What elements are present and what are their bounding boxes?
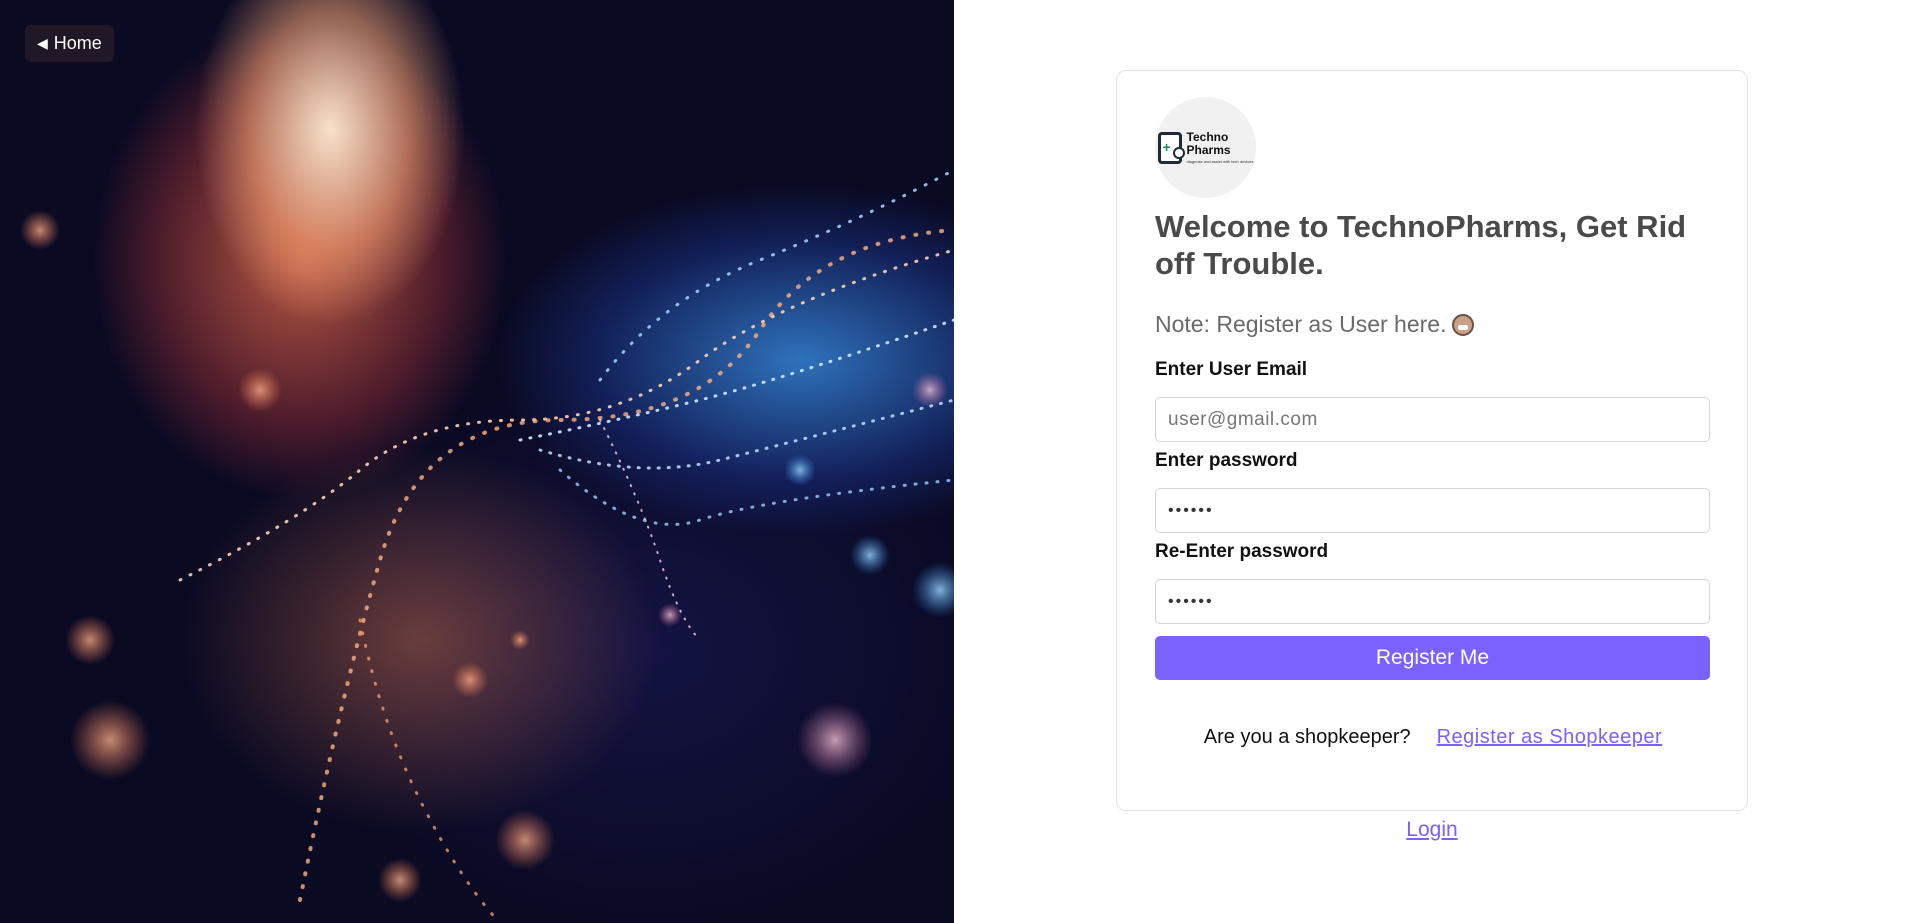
register-page: ◀ Home + Techno Pharms diagnose and assi…	[0, 0, 1910, 923]
logo-tagline: diagnose and assist with tech devices	[1186, 159, 1254, 164]
phone-plus-icon: +	[1157, 131, 1185, 164]
grimacing-face-icon	[1452, 313, 1475, 336]
email-label: Enter User Email	[1155, 359, 1308, 380]
page-title: Welcome to TechnoPharms, Get Rid off Tro…	[1155, 209, 1687, 281]
logo-name-line2: Pharms	[1186, 143, 1231, 157]
particle-wave-art	[20, 168, 954, 923]
register-note: Note: Register as User here.	[1155, 311, 1475, 338]
logo-badge: + Techno Pharms diagnose and assist with…	[1155, 97, 1256, 198]
triangle-left-icon: ◀	[37, 35, 48, 51]
password-label: Enter password	[1155, 450, 1298, 471]
home-label: Home	[53, 33, 102, 53]
shopkeeper-row: Are you a shopkeeper? Register as Shopke…	[1117, 726, 1749, 749]
register-button[interactable]: Register Me	[1155, 636, 1710, 680]
repassword-field[interactable]	[1155, 579, 1710, 624]
email-field[interactable]	[1155, 397, 1710, 442]
technopharms-logo: + Techno Pharms diagnose and assist with…	[1157, 131, 1254, 164]
note-text: Note: Register as User here.	[1155, 311, 1447, 337]
home-button[interactable]: ◀ Home	[25, 25, 114, 62]
password-field[interactable]	[1155, 488, 1710, 533]
login-link[interactable]: Login	[954, 818, 1910, 842]
register-shopkeeper-link[interactable]: Register as Shopkeeper	[1437, 726, 1663, 749]
shopkeeper-question: Are you a shopkeeper?	[1203, 726, 1411, 748]
repassword-label: Re-Enter password	[1155, 541, 1329, 562]
form-panel: + Techno Pharms diagnose and assist with…	[954, 0, 1910, 923]
register-card: + Techno Pharms diagnose and assist with…	[1116, 70, 1748, 811]
hero-image: ◀ Home	[0, 0, 954, 923]
